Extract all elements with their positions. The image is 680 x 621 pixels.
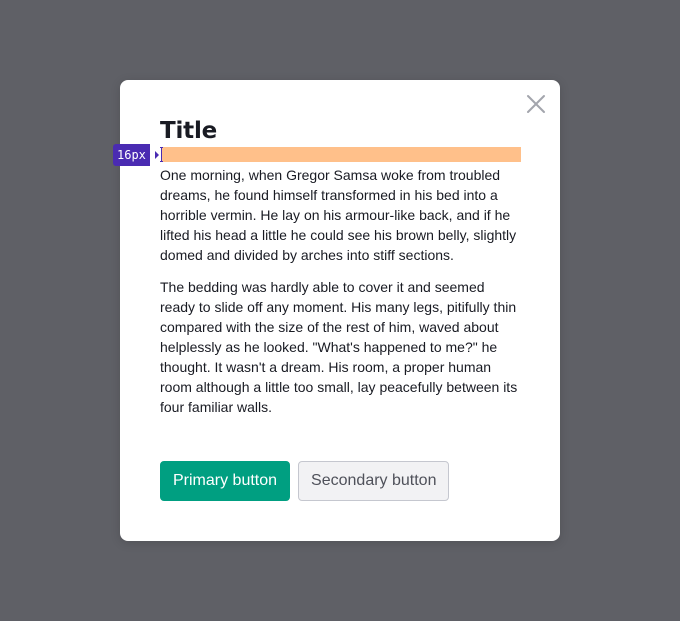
spacing-badge-arrow [155, 151, 159, 159]
modal-title: Title [160, 118, 218, 144]
close-button[interactable] [526, 94, 546, 114]
primary-button[interactable]: Primary button [160, 461, 291, 501]
button-group: Primary button Secondary button [160, 461, 450, 501]
close-icon [527, 95, 545, 113]
secondary-button[interactable]: Secondary button [298, 461, 450, 501]
spacing-highlight [161, 147, 521, 162]
modal-dialog: Title 16px One morning, when Gregor Sams… [113, 80, 560, 541]
body-paragraph-2: The bedding was hardly able to cover it … [160, 279, 518, 415]
body-paragraph-1: One morning, when Gregor Samsa woke from… [160, 167, 517, 263]
spacing-marker [160, 147, 163, 162]
spacing-badge: 16px [113, 144, 150, 166]
modal-body: One morning, when Gregor Samsa woke from… [160, 165, 522, 417]
